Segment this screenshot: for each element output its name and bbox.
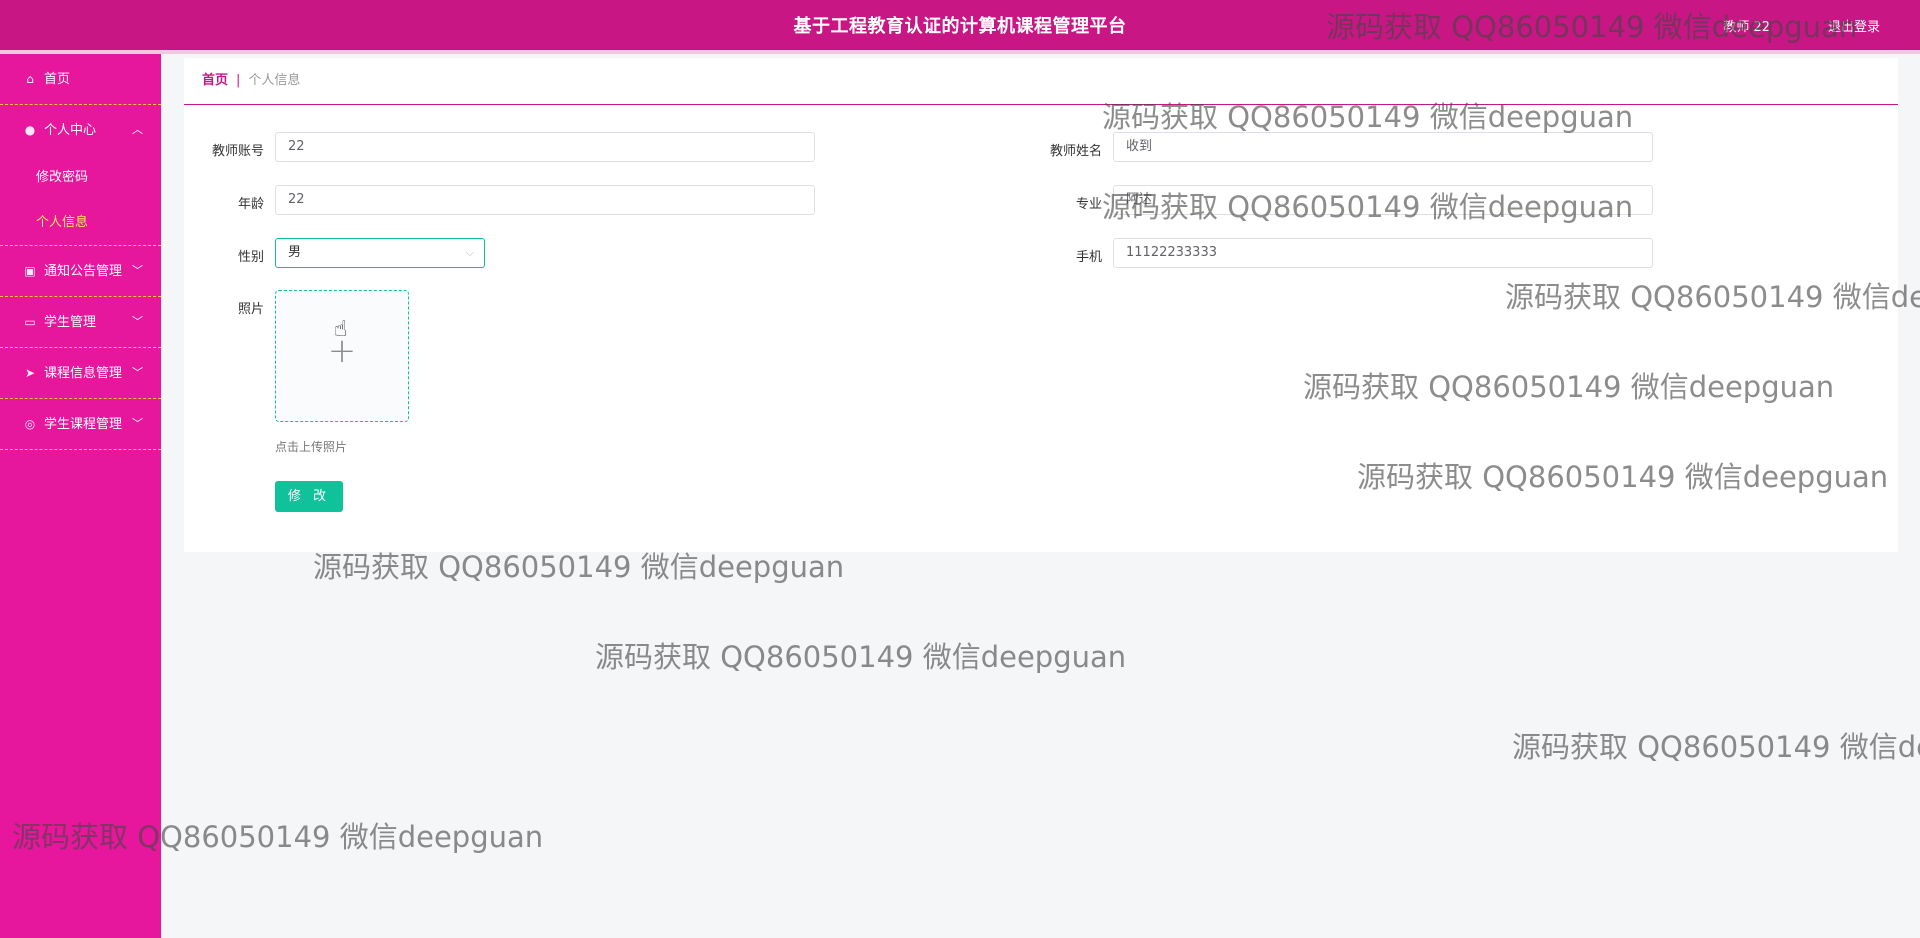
- top-header: 基于工程教育认证的计算机课程管理平台 教师 22 退出登录: [0, 0, 1920, 54]
- circle-icon: ◎: [24, 417, 36, 431]
- photo-upload[interactable]: ☝ +: [275, 290, 409, 422]
- chevron-up-icon: ︿: [132, 123, 143, 136]
- watermark: 源码获取 QQ86050149 微信deepguan: [1512, 730, 1920, 764]
- account-field[interactable]: 22: [275, 132, 815, 162]
- phone-field[interactable]: 11122233333: [1113, 238, 1653, 268]
- sidebar-group-personal-center: ● 个人中心 ︿ 修改密码 个人信息: [0, 105, 161, 246]
- user-icon: ●: [24, 123, 36, 137]
- current-user: 教师 22: [1723, 20, 1770, 35]
- sidebar-item-label: 个人中心: [44, 123, 97, 138]
- sidebar-item-label: 学生课程管理: [44, 417, 123, 432]
- id-card-icon: ▭: [24, 315, 36, 329]
- plus-icon: +: [327, 331, 357, 371]
- profile-card: 首页 | 个人信息 教师账号 22 教师姓名 收到 年龄 22 专业 阿达 性别 男…: [184, 58, 1898, 552]
- app-title: 基于工程教育认证的计算机课程管理平台: [793, 16, 1127, 37]
- major-label: 专业: [1075, 197, 1102, 212]
- breadcrumb-separator: |: [236, 73, 241, 88]
- photo-label: 照片: [237, 302, 264, 317]
- gender-label: 性别: [237, 250, 264, 265]
- breadcrumb: 首页 | 个人信息: [184, 58, 1898, 105]
- sidebar-item-label: 课程信息管理: [44, 366, 123, 381]
- sidebar-item-course-info-management[interactable]: ➤ 课程信息管理 ﹀: [0, 348, 161, 399]
- chevron-down-icon: ﹀: [132, 366, 143, 379]
- clipboard-icon: ▣: [24, 264, 36, 278]
- gender-select-value: 男: [288, 245, 302, 260]
- name-field[interactable]: 收到: [1113, 132, 1653, 162]
- sidebar-item-student-management[interactable]: ▭ 学生管理 ﹀: [0, 297, 161, 348]
- home-icon: ⌂: [26, 72, 34, 86]
- sidebar: ⌂ 首页 ● 个人中心 ︿ 修改密码 个人信息 ▣ 通知公告管理 ﹀ ▭ 学生管理 ﹀ …: [0, 54, 161, 938]
- name-label: 教师姓名: [1049, 144, 1102, 159]
- submit-button[interactable]: 修 改: [275, 481, 343, 512]
- account-label: 教师账号: [211, 144, 264, 159]
- age-field[interactable]: 22: [275, 185, 815, 215]
- send-icon: ➤: [24, 366, 36, 380]
- sidebar-item-student-course-management[interactable]: ◎ 学生课程管理 ﹀: [0, 399, 161, 450]
- age-label: 年龄: [237, 197, 264, 212]
- sidebar-item-label: 首页: [44, 72, 71, 87]
- sidebar-item-label: 学生管理: [44, 315, 97, 330]
- upload-tip: 点击上传照片: [275, 440, 348, 454]
- gender-select[interactable]: 男 ⌵: [275, 238, 485, 268]
- chevron-down-icon: ⌵: [465, 246, 474, 259]
- breadcrumb-home[interactable]: 首页: [202, 73, 228, 88]
- major-field[interactable]: 阿达: [1113, 185, 1653, 215]
- chevron-down-icon: ﹀: [132, 417, 143, 430]
- chevron-down-icon: ﹀: [132, 315, 143, 328]
- chevron-down-icon: ﹀: [132, 264, 143, 277]
- phone-label: 手机: [1075, 250, 1102, 265]
- sidebar-item-home[interactable]: ⌂ 首页: [0, 54, 161, 105]
- sidebar-subitem-change-password[interactable]: 修改密码: [0, 155, 161, 200]
- logout-link[interactable]: 退出登录: [1828, 16, 1880, 35]
- header-accent-line: [0, 50, 1920, 54]
- sidebar-subitem-personal-info[interactable]: 个人信息: [0, 200, 161, 245]
- breadcrumb-current: 个人信息: [248, 73, 301, 88]
- sidebar-item-personal-center[interactable]: ● 个人中心 ︿: [0, 105, 161, 155]
- sidebar-item-label: 通知公告管理: [44, 264, 123, 279]
- watermark: 源码获取 QQ86050149 微信deepguan: [595, 640, 1127, 674]
- sidebar-item-notice-management[interactable]: ▣ 通知公告管理 ﹀: [0, 246, 161, 297]
